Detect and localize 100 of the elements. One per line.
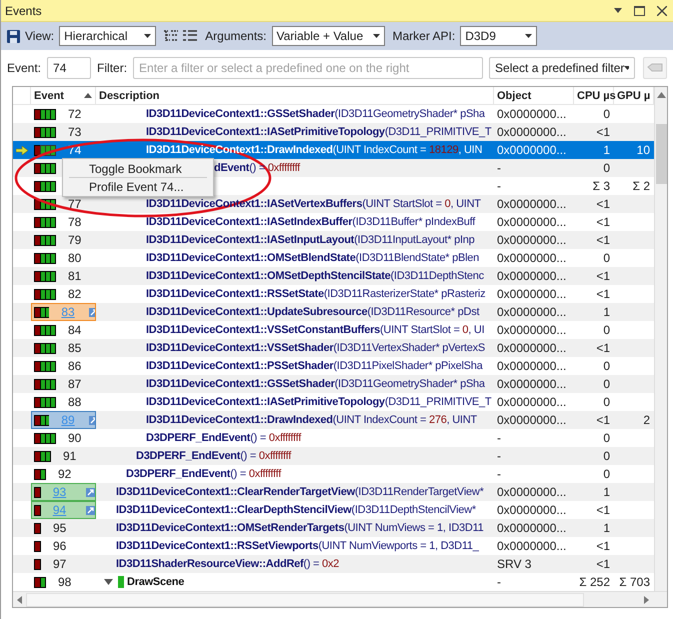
object-cell: 0x0000000... <box>497 341 566 355</box>
object-cell: 0x0000000... <box>497 215 566 229</box>
object-cell: 0x0000000... <box>497 287 566 301</box>
event-number: 87 <box>68 377 82 391</box>
cpu-time-cell: 0 <box>603 323 610 337</box>
marker-api-select[interactable]: D3D9 <box>460 26 538 46</box>
predefined-filter-select[interactable]: Select a predefined filter <box>489 57 636 79</box>
cpu-time-cell: 0 <box>603 161 610 175</box>
menu-item[interactable]: Profile Event 74... <box>65 179 211 194</box>
expanded-triangle-icon[interactable] <box>104 579 113 585</box>
event-description: ID3D11DeviceContext1::VSSetShader(ID3D11VertexShader* pVertexS <box>146 342 485 354</box>
event-description: ID3D11DeviceContext1::OMSetDepthStencilState(ID3D11DepthStenc <box>146 270 484 282</box>
object-cell: 0x0000000... <box>497 377 566 391</box>
cpu-time-cell: 1 <box>603 143 610 157</box>
event-number: 95 <box>53 521 68 535</box>
object-cell: - <box>497 179 501 193</box>
event-bars-icon <box>34 270 56 282</box>
cpu-time-cell: 0 <box>603 107 610 121</box>
event-description: ID3D11DeviceContext1::OMSetBlendState(ID3D11BlendState* pBlen <box>146 252 480 264</box>
event-row[interactable]: 97 ID3D11ShaderResourceView::AddRef() = 0x2 SRV 3 <1 <box>13 555 654 573</box>
scroll-up-icon[interactable] <box>656 92 666 98</box>
dropdown-caret-icon[interactable] <box>614 8 622 13</box>
cpu-time-cell: <1 <box>596 557 610 571</box>
event-number: 78 <box>68 215 82 229</box>
view-select[interactable]: Hierarchical <box>59 26 156 46</box>
object-cell: 0x0000000... <box>497 485 566 499</box>
cpu-time-cell: 1 <box>603 485 610 499</box>
event-bars-icon <box>34 162 56 174</box>
object-cell: 0x0000000... <box>497 125 566 139</box>
cpu-time-cell: <1 <box>596 341 610 355</box>
object-cell: 0x0000000... <box>497 323 566 337</box>
event-bars-icon <box>34 522 41 534</box>
event-bars-icon <box>34 378 56 390</box>
cpu-time-cell: <1 <box>596 413 610 427</box>
event-row[interactable]: 95 ID3D11DeviceContext1::OMSetRenderTargets(UINT NumViews = 1, ID3D11 0x0000000... 1 <box>13 519 654 537</box>
event-row[interactable]: 79 ID3D11DeviceContext1::IASetInputLayout(ID3D11InputLayout* pInp 0x0000000... <1 <box>13 231 654 249</box>
link-arrow-icon <box>88 308 95 316</box>
filter-label: Filter: <box>97 61 128 75</box>
cpu-time-cell: 0 <box>603 359 610 373</box>
event-bars-icon <box>34 396 56 408</box>
event-number: 90 <box>68 431 82 445</box>
event-number: 86 <box>68 359 82 373</box>
event-description: ID3D11DeviceContext1::ClearDepthStencilView(ID3D11DepthStencilView* <box>116 504 476 516</box>
maximize-icon[interactable] <box>634 6 645 16</box>
event-field[interactable]: 74 <box>47 57 92 79</box>
column-header[interactable]: Object <box>494 87 574 104</box>
window-title: Events <box>5 4 43 18</box>
link-arrow-icon <box>88 416 95 424</box>
cpu-time-cell: <1 <box>596 125 610 139</box>
event-row[interactable]: 83 ID3D11DeviceContext1::UpdateSubresource(ID3D11Resource* pDst 0x0000000... 1 <box>13 303 654 321</box>
event-bars-icon <box>34 450 51 462</box>
event-bars-icon <box>34 288 56 300</box>
event-row[interactable]: 85 ID3D11DeviceContext1::VSSetShader(ID3D11VertexShader* pVertexS 0x0000000... <1 <box>13 339 654 357</box>
event-description: DrawScene <box>127 576 184 588</box>
scroll-left-icon[interactable] <box>17 596 22 604</box>
event-description: dEvent() = 0xffffffff <box>214 162 300 174</box>
event-description: ID3D11DeviceContext1::IASetIndexBuffer(ID3D11Buffer* pIndexBuff <box>146 216 476 228</box>
gpu-time-cell: Σ 2 <box>632 179 650 193</box>
column-header[interactable]: Description <box>96 87 494 104</box>
event-bars-icon <box>34 342 56 354</box>
event-bars-icon <box>34 540 41 552</box>
gpu-time-cell: Σ 703 <box>619 575 650 589</box>
list-layout-icon[interactable] <box>183 30 198 42</box>
event-number: 73 <box>68 125 82 139</box>
tree-layout-icon[interactable] <box>164 30 178 42</box>
event-row[interactable]: 87 ID3D11DeviceContext1::GSSetShader(ID3D11GeometryShader* pSha 0x0000000... 0 <box>13 375 654 393</box>
event-row[interactable]: 93 ID3D11DeviceContext1::ClearRenderTargetView(ID3D11RenderTargetView* 0x0000000... 1 <box>13 483 654 501</box>
arguments-select[interactable]: Variable + Value <box>272 26 384 46</box>
event-number: 80 <box>68 251 82 265</box>
dropdown-caret-icon <box>525 34 532 38</box>
event-description: ID3D11DeviceContext1::UpdateSubresource(ID3D11Resource* pDst <box>146 306 480 318</box>
dropdown-caret-icon <box>144 34 152 38</box>
save-icon[interactable] <box>7 30 20 42</box>
event-row[interactable]: 73 ID3D11DeviceContext1::IASetPrimitiveTopology(D3D11_PRIMITIVE_T 0x0000000... <1 <box>13 123 654 141</box>
scroll-right-icon[interactable] <box>644 596 649 604</box>
cpu-time-cell: Σ 252 <box>579 575 610 589</box>
object-cell: 0x0000000... <box>497 539 566 553</box>
event-bars-icon <box>34 126 56 138</box>
event-row[interactable]: 89 ID3D11DeviceContext1::DrawIndexed(UINT IndexCount = 276, UINT 0x0000000... <1 2 <box>13 411 654 429</box>
current-event-arrow-icon <box>16 146 28 154</box>
close-icon[interactable] <box>657 6 667 16</box>
event-bars-icon <box>34 234 56 246</box>
object-cell: 0x0000000... <box>497 143 566 157</box>
event-description: ID3D11DeviceContext1::GSSetShader(ID3D11GeometryShader* pSha <box>146 108 485 120</box>
event-row[interactable]: 91 D3DPERF_EndEvent() = 0xffffffff - 0 <box>13 447 654 465</box>
object-cell: - <box>497 161 501 175</box>
column-header[interactable]: Event <box>31 87 96 104</box>
object-cell: - <box>497 575 501 589</box>
column-header[interactable]: CPU µs <box>574 87 614 104</box>
event-number: 96 <box>53 539 68 553</box>
cpu-time-cell: 0 <box>603 251 610 265</box>
scrollbar-thumb[interactable] <box>656 124 666 184</box>
event-description: ID3D11DeviceContext1::PSSetShader(ID3D11PixelShader* pPixelSha <box>146 360 482 372</box>
event-bars-icon <box>34 504 41 516</box>
object-cell: SRV 3 <box>497 557 532 571</box>
cpu-time-cell: 1 <box>603 305 610 319</box>
object-cell: 0x0000000... <box>497 359 566 373</box>
event-number: 97 <box>53 557 68 571</box>
event-row[interactable]: 81 ID3D11DeviceContext1::OMSetDepthStencilState(ID3D11DepthStenc 0x0000000... <1 <box>13 267 654 285</box>
menu-item[interactable]: Toggle Bookmark <box>65 161 211 176</box>
